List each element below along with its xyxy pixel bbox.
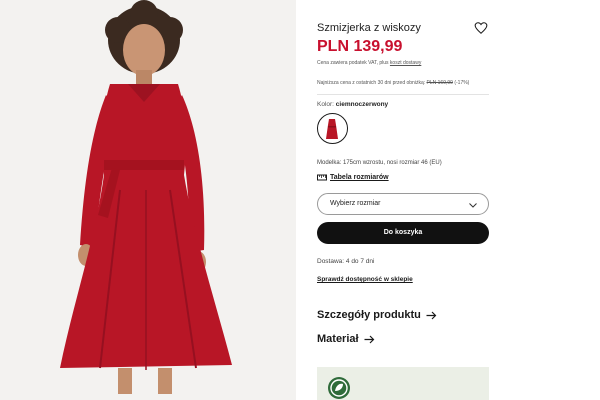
lowest-price-info: Najniższa cena z ostatnich 30 dni przed …	[317, 80, 469, 86]
lowest-price-discount: (-17%)	[454, 80, 470, 86]
material-label: Materiał	[317, 333, 359, 345]
size-chart-label: Tabela rozmiarów	[330, 174, 389, 181]
lowest-price-value: PLN 169,99	[426, 80, 453, 86]
vat-info: Cena zawiera podatek VAT, plus koszt dos…	[317, 60, 421, 66]
product-image[interactable]	[0, 0, 296, 400]
color-label-prefix: Kolor:	[317, 101, 334, 108]
leaf-icon	[330, 379, 348, 397]
ruler-icon	[317, 174, 327, 181]
dress-thumbnail-icon	[326, 119, 338, 139]
vat-text: Cena zawiera podatek VAT, plus	[317, 60, 389, 66]
eco-badge-icon	[328, 377, 350, 399]
size-select[interactable]: Wybierz rozmiar	[317, 193, 489, 215]
store-availability-link[interactable]: Sprawdź dostępność w sklepie	[317, 276, 413, 283]
size-select-label: Wybierz rozmiar	[330, 200, 381, 207]
product-price: PLN 139,99	[317, 38, 403, 55]
product-title: Szmizjerka z wiskozy	[317, 22, 421, 34]
add-to-cart-button[interactable]: Do koszyka	[317, 222, 489, 244]
delivery-info: Dostawa: 4 do 7 dni	[317, 258, 375, 265]
size-chart-link[interactable]: Tabela rozmiarów	[317, 174, 389, 181]
color-name: ciemnoczerwony	[335, 101, 389, 108]
product-details-accordion[interactable]: Szczegóły produktu	[317, 309, 437, 321]
model-info: Modelka: 175cm wzrostu, nosi rozmiar 46 …	[317, 160, 442, 166]
color-swatch-ciemnoczerwony[interactable]	[317, 113, 348, 144]
heart-icon[interactable]	[474, 21, 488, 35]
lowest-price-text: Najniższa cena z ostatnich 30 dni przed …	[317, 80, 426, 86]
delivery-cost-link[interactable]: koszt dostawy	[390, 60, 421, 66]
arrow-right-icon	[364, 335, 374, 343]
material-accordion[interactable]: Materiał	[317, 333, 375, 345]
model-illustration	[0, 0, 296, 400]
chevron-down-icon	[469, 203, 477, 208]
sustainability-banner	[317, 367, 489, 400]
color-label: Kolor: ciemnoczerwony	[317, 101, 388, 108]
arrow-right-icon	[426, 311, 437, 319]
divider	[317, 94, 489, 95]
product-details-label: Szczegóły produktu	[317, 309, 421, 321]
